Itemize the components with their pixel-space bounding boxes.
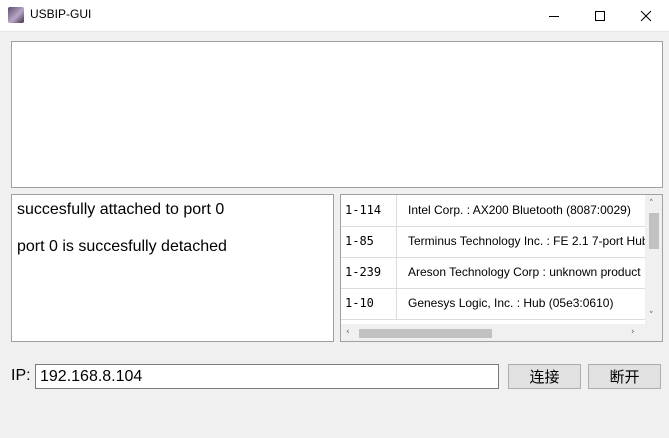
device-description: Areson Technology Corp : unknown product <box>408 265 641 279</box>
horizontal-scrollbar[interactable]: ‹ › <box>341 324 645 341</box>
close-button[interactable] <box>623 0 669 31</box>
maximize-icon <box>595 10 605 21</box>
app-icon <box>8 7 24 23</box>
window-title: USBIP-GUI <box>30 7 92 21</box>
device-busid: 1-85 <box>345 234 374 248</box>
scroll-left-icon[interactable]: ‹ <box>346 327 350 337</box>
scroll-right-icon[interactable]: › <box>631 327 635 337</box>
minimize-button[interactable] <box>531 0 577 31</box>
device-description: Genesys Logic, Inc. : Hub (05e3:0610) <box>408 296 614 310</box>
scrollbar-corner <box>645 324 662 341</box>
horizontal-scroll-thumb[interactable] <box>359 329 492 338</box>
column-divider <box>396 288 397 319</box>
device-busid: 1-114 <box>345 203 382 217</box>
device-description: Intel Corp. : AX200 Bluetooth (8087:0029… <box>408 203 631 217</box>
column-divider <box>396 195 397 226</box>
connect-button[interactable]: 连接 <box>508 364 581 389</box>
device-row[interactable]: 1-85 Terminus Technology Inc. : FE 2.1 7… <box>341 226 645 258</box>
device-busid: 1-10 <box>345 296 374 310</box>
close-icon <box>640 10 652 21</box>
device-list[interactable]: 1-114 Intel Corp. : AX200 Bluetooth (808… <box>340 194 663 342</box>
device-row[interactable]: 1-239 Areson Technology Corp : unknown p… <box>341 257 645 289</box>
vertical-scrollbar[interactable]: ˄ ˅ <box>645 195 662 324</box>
scroll-down-icon[interactable]: ˅ <box>649 311 654 321</box>
device-row[interactable]: 1-114 Intel Corp. : AX200 Bluetooth (808… <box>341 195 645 227</box>
maximize-button[interactable] <box>577 0 623 31</box>
column-divider <box>396 226 397 257</box>
scroll-up-icon[interactable]: ˄ <box>649 199 654 209</box>
minimize-icon <box>549 15 559 17</box>
title-bar: USBIP-GUI <box>0 0 669 32</box>
disconnect-button[interactable]: 断开 <box>588 364 661 389</box>
device-row[interactable]: 1-10 Genesys Logic, Inc. : Hub (05e3:061… <box>341 288 645 320</box>
log-panel[interactable]: succesfully attached to port 0 port 0 is… <box>11 194 334 342</box>
log-line: port 0 is succesfully detached <box>17 238 227 255</box>
output-panel[interactable] <box>11 41 663 188</box>
vertical-scroll-thumb[interactable] <box>649 213 659 249</box>
device-description: Terminus Technology Inc. : FE 2.1 7-port… <box>408 234 645 248</box>
log-line: succesfully attached to port 0 <box>17 201 225 218</box>
ip-input[interactable] <box>35 364 499 389</box>
ip-label: IP: <box>11 367 31 384</box>
device-busid: 1-239 <box>345 265 382 279</box>
column-divider <box>396 257 397 288</box>
